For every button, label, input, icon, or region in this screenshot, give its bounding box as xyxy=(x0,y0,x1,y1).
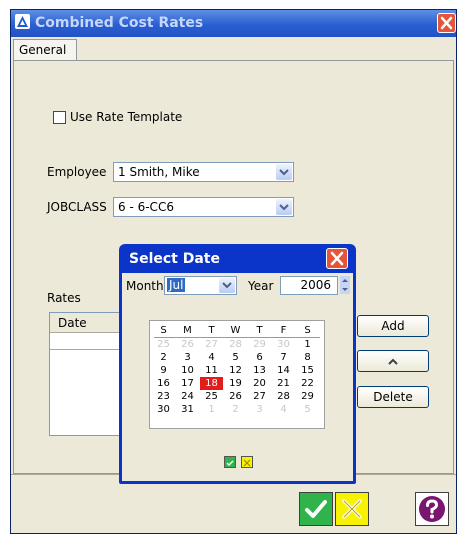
calendar-day[interactable]: 22 xyxy=(296,377,319,390)
weekday-header: W xyxy=(230,325,241,336)
employee-value: 1 Smith, Mike xyxy=(118,165,200,179)
app-icon xyxy=(15,14,30,29)
table-row[interactable] xyxy=(50,333,122,350)
select-date-dialog: Select Date Month Jul Year 2006 SMTWTFS2… xyxy=(119,244,356,484)
calendar-day[interactable]: 29 xyxy=(296,390,319,403)
calendar-day[interactable]: 15 xyxy=(296,364,319,377)
calendar-day[interactable]: 14 xyxy=(272,364,295,377)
weekday-header: S xyxy=(304,325,311,336)
calendar-day[interactable]: 5 xyxy=(296,403,319,416)
cross-icon xyxy=(342,499,362,519)
calendar-day[interactable]: 16 xyxy=(152,377,175,390)
checkmark-icon xyxy=(226,460,234,467)
jobclass-label: JOBCLASS xyxy=(47,200,107,214)
calendar-day[interactable]: 21 xyxy=(272,377,295,390)
calendar-day[interactable]: 7 xyxy=(272,351,295,364)
calendar-day[interactable]: 31 xyxy=(176,403,199,416)
weekday-header: T xyxy=(256,325,263,336)
calendar-day[interactable]: 10 xyxy=(176,364,199,377)
combined-cost-rates-window: Combined Cost Rates General Use Rate Tem… xyxy=(10,9,457,534)
year-spinner[interactable] xyxy=(340,276,350,294)
date-cancel-button[interactable] xyxy=(241,456,253,468)
calendar-day[interactable]: 26 xyxy=(176,338,199,351)
title-bar[interactable]: Combined Cost Rates xyxy=(11,10,456,37)
add-button[interactable]: Add xyxy=(357,315,429,337)
calendar-day[interactable]: 3 xyxy=(248,403,271,416)
cancel-button[interactable] xyxy=(335,492,369,526)
calendar-day[interactable]: 25 xyxy=(152,338,175,351)
jobclass-select[interactable]: 6 - 6-CC6 xyxy=(113,197,294,217)
calendar-day[interactable]: 8 xyxy=(296,351,319,364)
window-close-button[interactable] xyxy=(437,13,456,33)
window-title: Combined Cost Rates xyxy=(35,15,204,31)
calendar-day[interactable]: 20 xyxy=(248,377,271,390)
delete-button[interactable]: Delete xyxy=(357,386,429,408)
rates-label: Rates xyxy=(47,291,81,305)
calendar-grid: S M T W T F S 25 26 27 28 29 30 1 2 3 4 5 6 7 8 9 10 11 12 13 14 15… xyxy=(149,320,325,429)
calendar-day[interactable]: 23 xyxy=(152,390,175,403)
checkmark-icon xyxy=(305,500,327,518)
employee-select[interactable]: 1 Smith, Mike xyxy=(113,162,294,182)
calendar-day[interactable]: 5 xyxy=(224,351,247,364)
month-label: Month xyxy=(126,279,164,293)
date-column-header[interactable]: Date xyxy=(58,316,87,330)
chevron-down-icon[interactable] xyxy=(276,199,292,215)
select-date-title: Select Date xyxy=(129,251,220,267)
calendar-day[interactable]: 25 xyxy=(200,390,223,403)
help-icon xyxy=(419,496,445,522)
month-value: Jul xyxy=(167,278,186,292)
calendar-day-selected[interactable]: 18 xyxy=(200,377,223,390)
calendar-day[interactable]: 4 xyxy=(272,403,295,416)
rates-table-header: Date xyxy=(50,313,122,333)
calendar-day[interactable]: 4 xyxy=(200,351,223,364)
dialog-close-button[interactable] xyxy=(326,248,348,269)
calendar-day[interactable]: 12 xyxy=(224,364,247,377)
date-ok-button[interactable] xyxy=(224,456,236,468)
rates-table[interactable]: Date xyxy=(49,312,123,436)
weekday-header: S xyxy=(160,325,167,336)
calendar-day[interactable]: 1 xyxy=(296,338,319,351)
year-label: Year xyxy=(248,279,274,293)
calendar-day[interactable]: 3 xyxy=(176,351,199,364)
calendar-day[interactable]: 6 xyxy=(248,351,271,364)
calendar-day[interactable]: 26 xyxy=(224,390,247,403)
year-value: 2006 xyxy=(300,278,331,292)
calendar-day[interactable]: 30 xyxy=(152,403,175,416)
use-rate-template-checkbox[interactable] xyxy=(53,111,66,124)
calendar-day[interactable]: 28 xyxy=(272,390,295,403)
weekday-header: M xyxy=(183,325,192,336)
use-rate-template-label: Use Rate Template xyxy=(70,110,183,124)
move-up-button[interactable] xyxy=(357,350,429,372)
calendar-day[interactable]: 27 xyxy=(200,338,223,351)
month-select[interactable]: Jul xyxy=(164,276,237,295)
employee-label: Employee xyxy=(47,165,107,179)
calendar-day[interactable]: 27 xyxy=(248,390,271,403)
calendar-day[interactable]: 2 xyxy=(224,403,247,416)
calendar-day[interactable]: 1 xyxy=(200,403,223,416)
year-input[interactable]: 2006 xyxy=(280,276,338,295)
calendar-day[interactable]: 30 xyxy=(272,338,295,351)
chevron-down-icon[interactable] xyxy=(219,278,235,293)
ok-button[interactable] xyxy=(299,492,333,526)
calendar-day[interactable]: 11 xyxy=(200,364,223,377)
calendar-day[interactable]: 2 xyxy=(152,351,175,364)
chevron-up-icon xyxy=(388,358,398,365)
tab-general-label: General xyxy=(19,43,67,57)
weekday-header: T xyxy=(208,325,215,336)
help-button[interactable] xyxy=(415,492,449,526)
calendar-day[interactable]: 29 xyxy=(248,338,271,351)
weekday-header: F xyxy=(280,325,287,336)
calendar-day[interactable]: 19 xyxy=(224,377,247,390)
calendar-day[interactable]: 24 xyxy=(176,390,199,403)
cross-icon xyxy=(243,459,251,467)
date-picker-body: Month Jul Year 2006 S M T W T F S 25 26 27 28 29 30 1… xyxy=(122,273,353,481)
chevron-down-icon[interactable] xyxy=(276,164,292,180)
calendar-day[interactable]: 9 xyxy=(152,364,175,377)
calendar-day[interactable]: 13 xyxy=(248,364,271,377)
calendar-day[interactable]: 17 xyxy=(176,377,199,390)
tab-general[interactable]: General xyxy=(13,39,77,61)
jobclass-value: 6 - 6-CC6 xyxy=(118,200,174,214)
calendar-day[interactable]: 28 xyxy=(224,338,247,351)
